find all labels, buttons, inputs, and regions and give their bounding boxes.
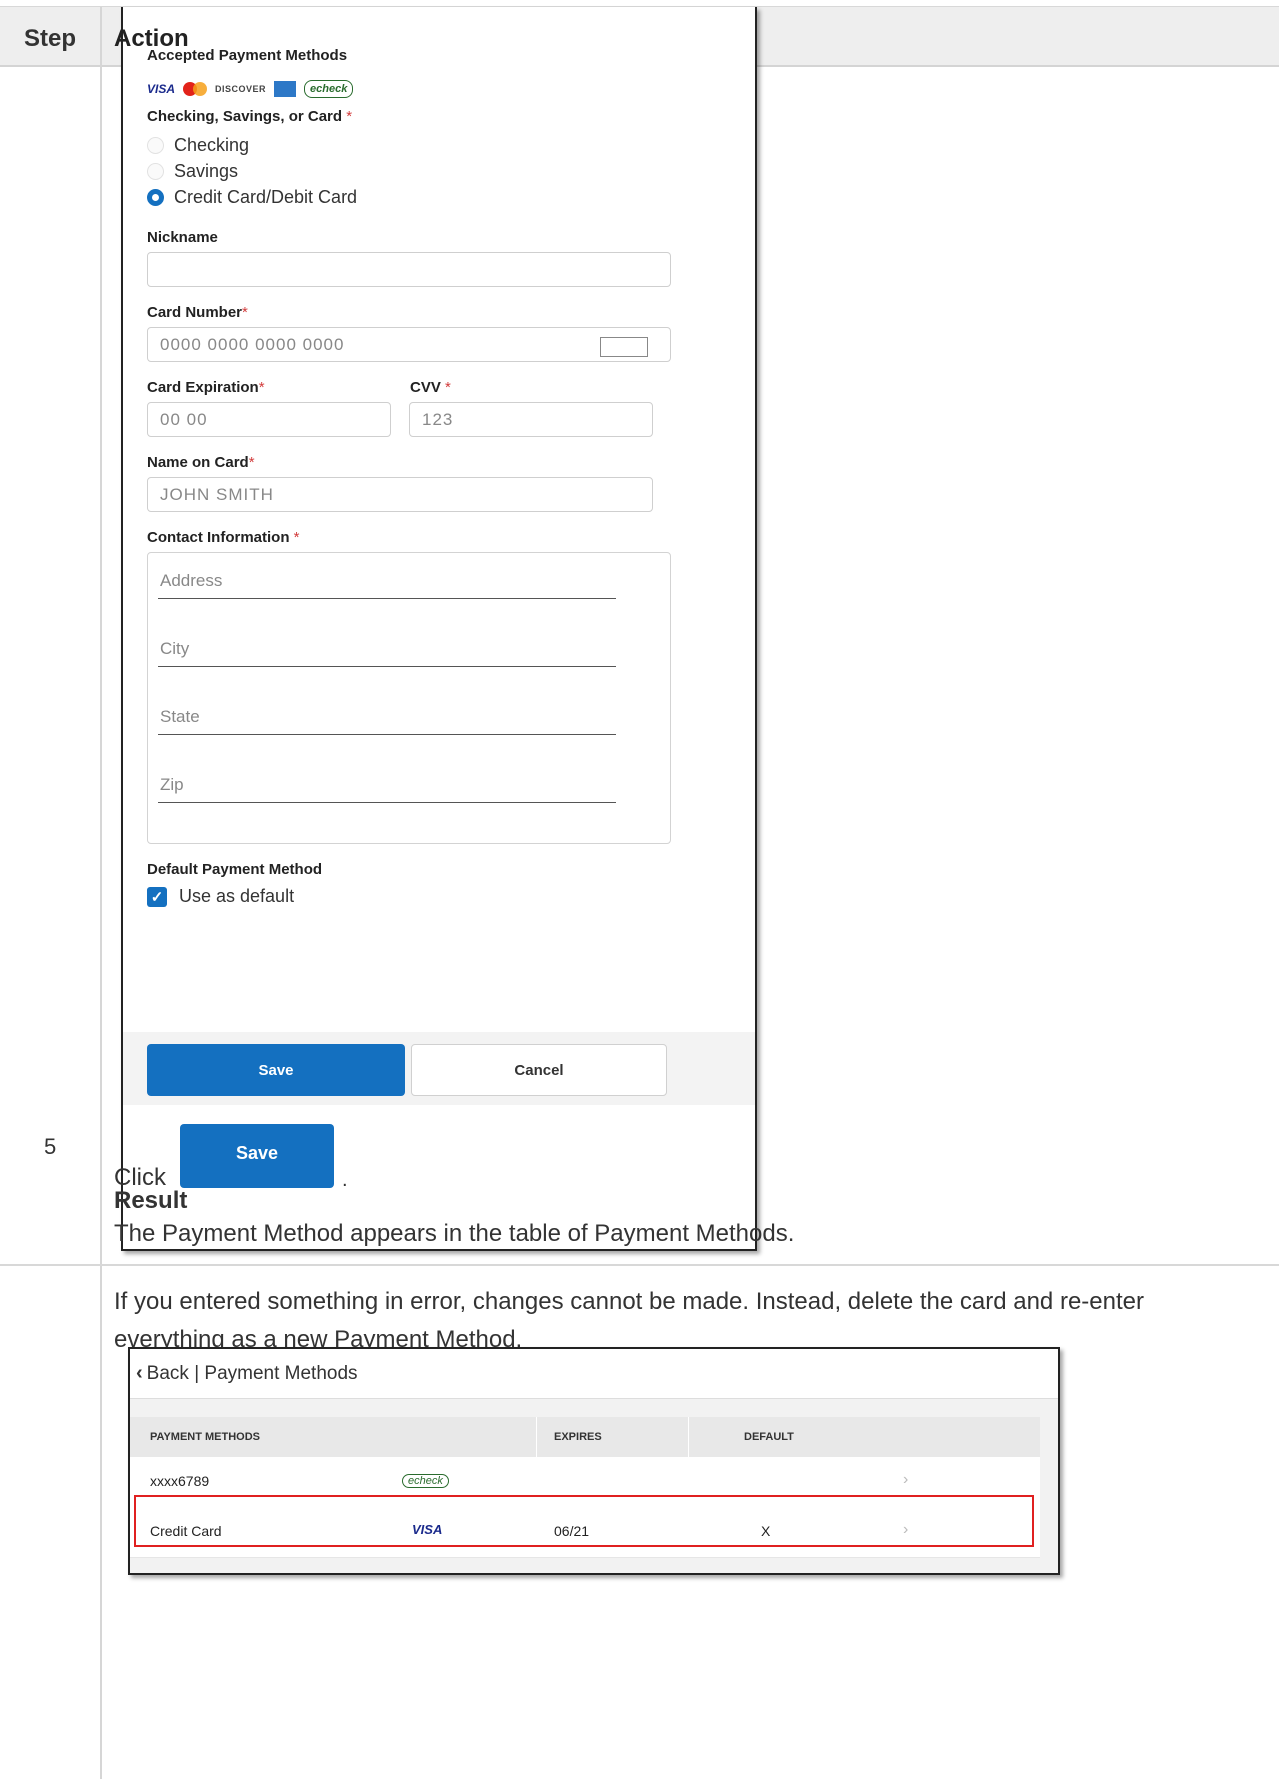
radio-checking[interactable]: Checking: [147, 135, 249, 156]
cvv-input[interactable]: 123: [409, 402, 653, 437]
discover-icon: DISCOVER: [215, 84, 267, 94]
card-expiration-label: Card Expiration*: [147, 379, 265, 396]
mastercard-icon: [183, 81, 208, 97]
zip-input[interactable]: Zip: [158, 759, 616, 803]
back-link[interactable]: Back | Payment Methods: [147, 1363, 358, 1385]
row-name: xxxx6789: [150, 1473, 210, 1489]
col-separator: [688, 1417, 689, 1457]
card-number-input[interactable]: 0000 0000 0000 0000: [147, 327, 671, 362]
result-title: Result: [114, 1187, 188, 1214]
checkmark-icon[interactable]: ✓: [147, 886, 167, 907]
col-expires: EXPIRES: [554, 1431, 602, 1443]
payment-methods-screenshot: ‹ Back | Payment Methods PAYMENT METHODS…: [128, 1347, 1060, 1575]
click-instruction: Click Save .: [114, 1124, 348, 1191]
radio-savings[interactable]: Savings: [147, 161, 238, 182]
radio-circle-selected[interactable]: [147, 189, 164, 206]
cvv-label: CVV *: [410, 379, 451, 396]
account-type-label: Checking, Savings, or Card *: [147, 108, 353, 125]
header-action: Action: [114, 25, 189, 52]
instruction-table: Step Accepted Payment Methods VISA DISCO…: [0, 6, 1279, 1779]
echeck-icon: echeck: [304, 80, 354, 98]
radio-label: Savings: [174, 161, 239, 181]
default-method-label: Default Payment Method: [147, 861, 323, 878]
inline-save-button: Save: [180, 1124, 334, 1188]
name-on-card-label: Name on Card*: [147, 454, 255, 471]
state-input[interactable]: State: [158, 691, 616, 735]
payment-form-screenshot: Accepted Payment Methods VISA DISCOVER e…: [121, 7, 757, 1251]
radio-credit-card[interactable]: Credit Card/Debit Card: [147, 187, 357, 208]
cancel-button[interactable]: Cancel: [411, 1044, 667, 1096]
card-number-placeholder: 0000 0000 0000 0000: [160, 334, 345, 354]
row-divider: [0, 1264, 1279, 1266]
payment-methods-header[interactable]: ‹ Back | Payment Methods: [130, 1349, 1058, 1399]
echeck-icon: echeck: [402, 1471, 449, 1488]
col-payment-methods: PAYMENT METHODS: [150, 1431, 261, 1443]
use-as-default-label: Use as default: [179, 886, 295, 906]
header-step: Step: [24, 25, 77, 52]
contact-info-label: Contact Information *: [147, 529, 300, 546]
use-as-default-checkbox[interactable]: ✓ Use as default: [147, 886, 294, 907]
card-expiration-input[interactable]: 00 00: [147, 402, 391, 437]
col-default: DEFAULT: [744, 1431, 794, 1443]
chevron-right-icon: ›: [903, 1471, 909, 1488]
step-number: 5: [44, 1134, 57, 1159]
table-head: PAYMENT METHODS EXPIRES DEFAULT: [130, 1417, 1040, 1457]
radio-label: Credit Card/Debit Card: [174, 187, 358, 207]
contact-info-box: Address City State Zip: [147, 552, 671, 844]
city-input[interactable]: City: [158, 623, 616, 667]
visa-icon: VISA: [147, 82, 176, 96]
radio-label: Checking: [174, 135, 250, 155]
address-input[interactable]: Address: [158, 555, 616, 599]
radio-circle[interactable]: [147, 137, 164, 154]
nickname-label: Nickname: [147, 229, 218, 246]
col-separator: [536, 1417, 537, 1457]
nickname-input[interactable]: [147, 252, 671, 287]
radio-circle[interactable]: [147, 163, 164, 180]
amex-icon: [274, 81, 297, 97]
save-button[interactable]: Save: [147, 1044, 405, 1096]
card-type-icon: [600, 337, 648, 357]
accepted-card-icons: VISA DISCOVER echeck: [147, 79, 354, 99]
card-number-label: Card Number*: [147, 304, 248, 321]
column-divider: [100, 7, 102, 1779]
period: .: [342, 1169, 348, 1191]
row-highlight-box: [134, 1495, 1034, 1547]
result-text: The Payment Method appears in the table …: [114, 1220, 795, 1247]
name-on-card-input[interactable]: JOHN SMITH: [147, 477, 653, 512]
chevron-left-icon: ‹: [136, 1362, 143, 1384]
